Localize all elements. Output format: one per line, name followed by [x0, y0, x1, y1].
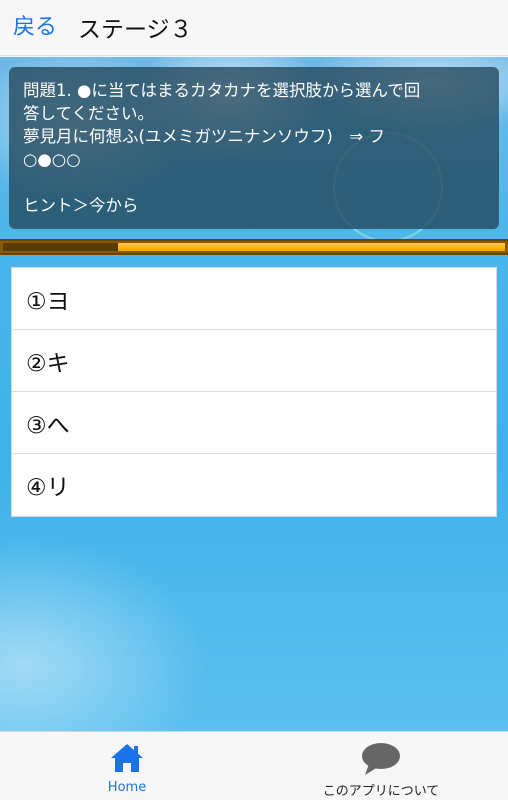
question-text-line-2: 答してください。: [23, 104, 155, 123]
choice-3[interactable]: ③へ: [12, 392, 496, 454]
question-text-line-1: 問題1. ●に当てはまるカタカナを選択肢から選んで回: [23, 81, 421, 100]
timer-remaining: [118, 243, 505, 251]
nav-about[interactable]: このアプリについて: [254, 732, 508, 800]
timer-elapsed: [3, 243, 118, 251]
nav-about-label: このアプリについて: [322, 784, 440, 799]
speech-bubble-icon: [361, 742, 401, 780]
back-button[interactable]: 戻る: [13, 9, 57, 41]
app-header: 戻る ステージ３: [0, 0, 508, 56]
house-icon: [109, 742, 145, 778]
choice-list: ①ヨ ②キ ③へ ④リ: [11, 267, 497, 517]
question-text-line-4: ○●○○: [23, 150, 81, 169]
quiz-content: 問題1. ●に当てはまるカタカナを選択肢から選んで回 答してください。 夢見月に…: [0, 57, 508, 731]
hint-text: ヒント＞今から: [23, 196, 139, 215]
choice-2[interactable]: ②キ: [12, 330, 496, 392]
timer-progress-bar: [0, 239, 508, 255]
bottom-navigation: Home このアプリについて: [0, 731, 508, 800]
question-panel: 問題1. ●に当てはまるカタカナを選択肢から選んで回 答してください。 夢見月に…: [9, 67, 499, 229]
page-title: ステージ３: [78, 17, 193, 43]
nav-home-label: Home: [107, 780, 147, 795]
question-text-line-3: 夢見月に何想ふ(ユメミガツニナンソウフ) ⇒ フ: [23, 127, 385, 146]
choice-4[interactable]: ④リ: [12, 454, 496, 516]
nav-home[interactable]: Home: [0, 732, 254, 800]
choice-1[interactable]: ①ヨ: [12, 268, 496, 330]
